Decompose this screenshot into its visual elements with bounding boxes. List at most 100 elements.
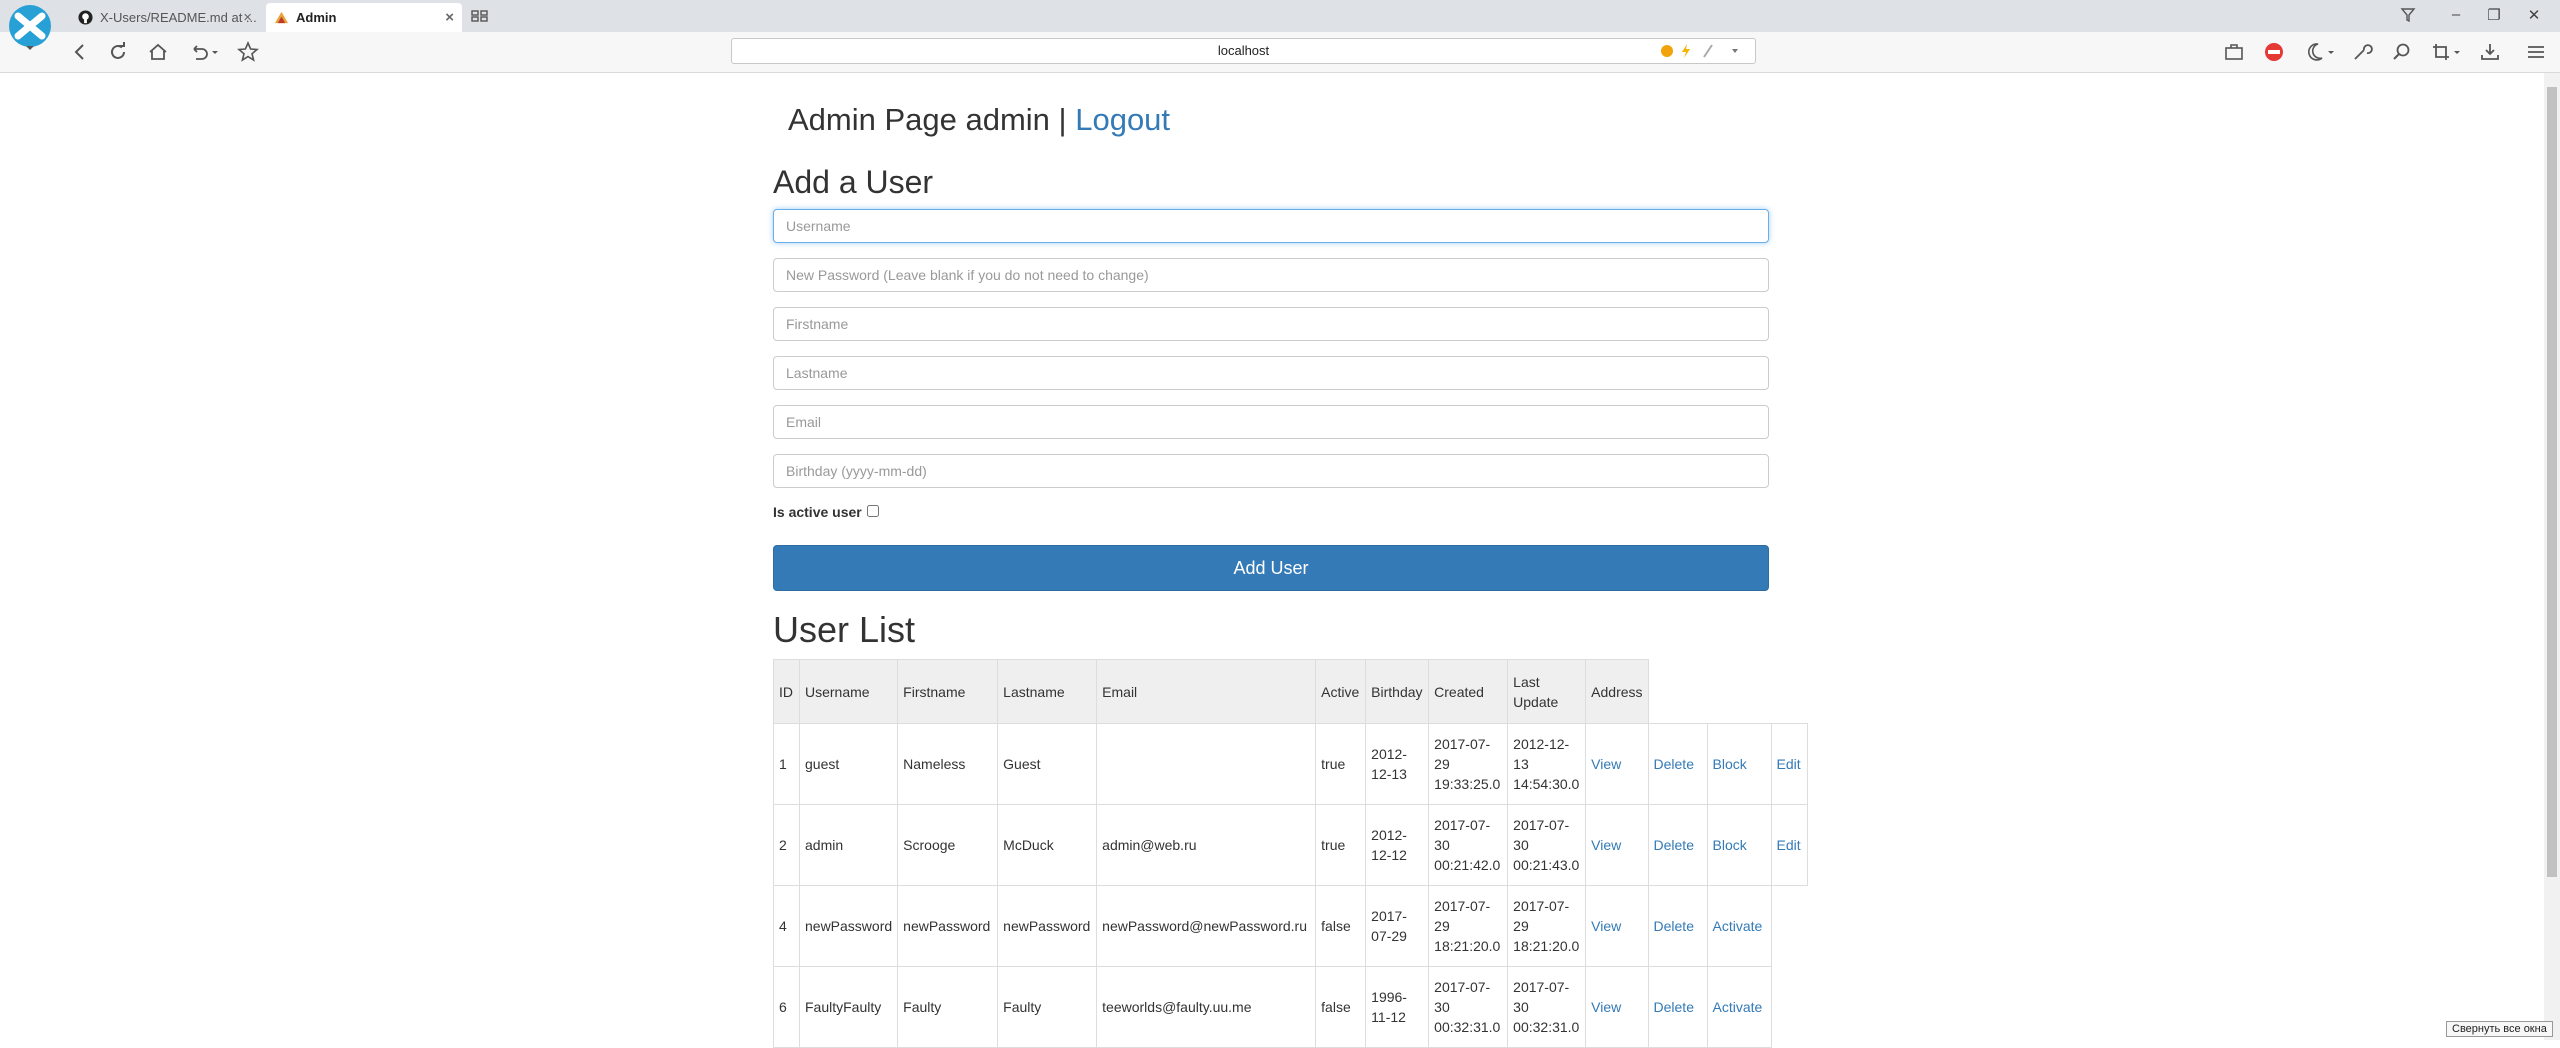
cell-username: admin [798, 804, 899, 886]
home-icon[interactable] [146, 40, 170, 64]
cell-id: 4 [773, 885, 800, 967]
activate-link[interactable]: Activate [1713, 918, 1763, 934]
cell-id: 1 [773, 723, 800, 805]
tab-overview-icon[interactable] [470, 8, 490, 24]
activate-link[interactable]: Activate [1713, 999, 1763, 1015]
cell-lastname: newPassword [997, 885, 1098, 967]
adblock-icon[interactable] [2262, 40, 2286, 64]
active-user-label: Is active user [773, 504, 862, 520]
tab-admin[interactable]: Admin × [266, 3, 462, 32]
night-mode-icon[interactable] [2302, 40, 2336, 64]
close-window-icon[interactable]: ✕ [2522, 6, 2546, 24]
cell-birthday: 2012-12-13 [1365, 723, 1430, 805]
chevron-down-icon [1732, 49, 1738, 53]
cell-block: Block [1706, 723, 1772, 805]
cell-delete: Delete [1647, 804, 1708, 886]
briefcase-icon[interactable] [2222, 40, 2246, 64]
cell-email [1096, 723, 1317, 805]
column-header: Address [1585, 659, 1649, 724]
tab-title: X-Users/README.md at ... [100, 10, 257, 25]
view-link[interactable]: View [1591, 918, 1621, 934]
address-text: localhost [1217, 43, 1270, 58]
cell-active: false [1315, 966, 1367, 1048]
minimize-icon[interactable]: – [2444, 6, 2468, 23]
add-user-heading: Add a User [773, 164, 934, 200]
delete-link[interactable]: Delete [1654, 918, 1694, 934]
show-desktop-tooltip: Свернуть все окна [2446, 1021, 2553, 1037]
restore-icon[interactable]: ❐ [2482, 6, 2506, 24]
view-link[interactable]: View [1591, 837, 1621, 853]
block-link[interactable]: Block [1713, 756, 1747, 772]
bookmark-star-icon[interactable] [236, 40, 260, 64]
reload-icon[interactable] [106, 40, 130, 64]
birthday-field[interactable] [773, 454, 1769, 488]
cell-view: View [1585, 885, 1649, 967]
github-icon [78, 10, 93, 25]
cell-active: true [1315, 804, 1367, 886]
delete-link[interactable]: Delete [1654, 837, 1694, 853]
cell-activate: Activate [1706, 966, 1772, 1048]
edit-link[interactable]: Edit [1777, 837, 1801, 853]
email-field[interactable] [773, 405, 1769, 439]
cell-lastname: Guest [997, 723, 1098, 805]
column-header: Created [1428, 659, 1509, 724]
column-header: Lastname [997, 659, 1098, 724]
active-user-checkbox[interactable] [867, 505, 879, 517]
page-scrollbar[interactable] [2544, 73, 2560, 1040]
cell-firstname: Scrooge [897, 804, 999, 886]
cell-created: 2017-07-30 00:32:31.0 [1428, 966, 1509, 1048]
logout-link[interactable]: Logout [1075, 102, 1170, 137]
scrollbar-thumb[interactable] [2547, 87, 2557, 877]
search-icon[interactable] [2390, 40, 2414, 64]
delete-link[interactable]: Delete [1654, 756, 1694, 772]
delete-link[interactable]: Delete [1654, 999, 1694, 1015]
cell-firstname: Nameless [897, 723, 999, 805]
cell-created: 2017-07-29 18:21:20.0 [1428, 885, 1509, 967]
view-link[interactable]: View [1591, 756, 1621, 772]
add-user-button[interactable]: Add User [773, 545, 1769, 591]
lastname-field[interactable] [773, 356, 1769, 390]
tab-readme[interactable]: X-Users/README.md at ... × [70, 3, 260, 32]
column-header: ID [773, 659, 800, 724]
table-row: 4 newPassword newPassword newPassword ne… [773, 885, 1808, 967]
table-row: 2 admin Scrooge McDuck admin@web.ru true… [773, 804, 1808, 886]
edit-link[interactable]: Edit [1777, 756, 1801, 772]
cell-created: 2017-07-29 19:33:25.0 [1428, 723, 1509, 805]
browser-logo-icon[interactable] [8, 4, 54, 52]
password-field[interactable] [773, 258, 1769, 292]
cell-username: FaultyFaulty [798, 966, 899, 1048]
cell-email: teeworlds@faulty.uu.me [1096, 966, 1317, 1048]
download-icon[interactable] [2478, 40, 2502, 64]
cell-id: 2 [773, 804, 800, 886]
cell-delete: Delete [1647, 966, 1708, 1048]
cell-email: admin@web.ru [1096, 804, 1317, 886]
filter-icon[interactable] [2396, 6, 2420, 24]
page-title: Admin Page admin | Logout [788, 100, 1170, 140]
block-link[interactable]: Block [1713, 837, 1747, 853]
column-header: Last Update [1507, 659, 1587, 724]
navigation-bar: localhost [0, 32, 2560, 73]
cell-empty [1771, 967, 1807, 1048]
tools-icon[interactable] [2350, 40, 2374, 64]
close-tab-icon[interactable]: × [243, 3, 252, 32]
close-tab-icon[interactable]: × [445, 3, 454, 32]
view-link[interactable]: View [1591, 999, 1621, 1015]
table-row: 1 guest Nameless Guest true 2012-12-13 2… [773, 723, 1808, 805]
menu-icon[interactable] [2524, 40, 2548, 64]
cell-active: false [1315, 885, 1367, 967]
undo-close-tab-icon[interactable] [186, 40, 220, 64]
admin-favicon-icon [274, 11, 289, 24]
table-header-row: ID Username Firstname Lastname Email Act… [773, 659, 1808, 724]
firstname-field[interactable] [773, 307, 1769, 341]
back-icon[interactable] [68, 40, 92, 64]
lightning-icon [1682, 44, 1690, 58]
screenshot-icon[interactable] [2430, 40, 2464, 64]
cell-view: View [1585, 723, 1649, 805]
tab-strip: X-Users/README.md at ... × Admin × – ❐ ✕ [0, 0, 2560, 50]
username-field[interactable] [773, 209, 1769, 243]
cell-firstname: newPassword [897, 885, 999, 967]
column-header: Firstname [897, 659, 999, 724]
address-bar[interactable]: localhost [731, 38, 1756, 64]
cell-firstname: Faulty [897, 966, 999, 1048]
admin-title-text: Admin Page admin | [788, 102, 1067, 137]
